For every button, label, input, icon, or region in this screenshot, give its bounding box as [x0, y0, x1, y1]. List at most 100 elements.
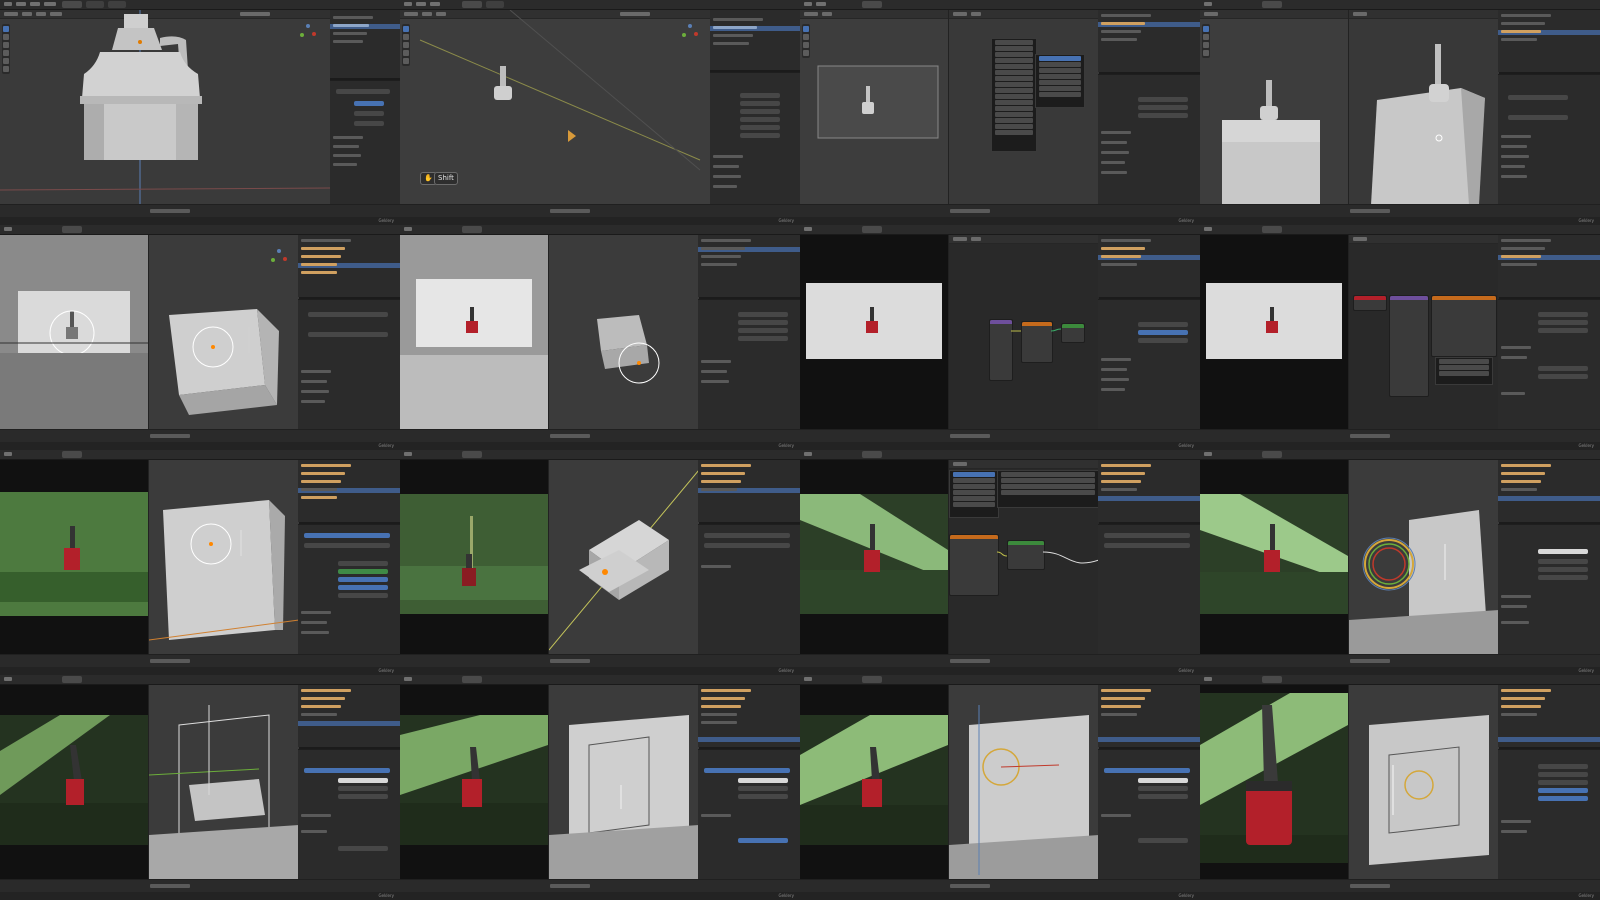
- render-viewport[interactable]: [400, 685, 548, 880]
- outliner-panel[interactable]: [298, 685, 400, 747]
- 3d-viewport[interactable]: [148, 235, 299, 430]
- outliner-panel[interactable]: [1098, 235, 1200, 297]
- camera-viewport[interactable]: [1200, 10, 1348, 205]
- outliner-panel[interactable]: [330, 10, 400, 78]
- outliner-panel[interactable]: [1498, 10, 1600, 72]
- outliner-panel[interactable]: [1498, 460, 1600, 522]
- top-menu-bar[interactable]: [800, 675, 1200, 685]
- 3d-viewport[interactable]: [1348, 10, 1499, 205]
- outliner-panel[interactable]: [710, 10, 800, 70]
- render-viewport[interactable]: [400, 235, 548, 430]
- timeline[interactable]: [400, 204, 800, 217]
- properties-panel[interactable]: [298, 749, 400, 881]
- outliner-panel[interactable]: [698, 235, 800, 297]
- render-viewport[interactable]: [800, 685, 948, 880]
- outliner-panel[interactable]: [1498, 235, 1600, 297]
- camera-viewport[interactable]: [800, 10, 948, 205]
- shader-node-editor[interactable]: [948, 235, 1099, 430]
- 3d-viewport[interactable]: [148, 460, 299, 655]
- timeline[interactable]: [0, 429, 400, 442]
- top-menu-bar[interactable]: [0, 0, 400, 10]
- timeline[interactable]: [800, 879, 1200, 892]
- timeline[interactable]: [0, 879, 400, 892]
- timeline[interactable]: [400, 879, 800, 892]
- top-menu-bar[interactable]: [400, 0, 800, 10]
- transform-gizmo-icon[interactable]: [1349, 460, 1499, 655]
- render-viewport[interactable]: [1200, 235, 1348, 430]
- transform-gizmo-icon[interactable]: [1349, 685, 1499, 880]
- timeline[interactable]: [800, 429, 1200, 442]
- timeline[interactable]: [400, 429, 800, 442]
- render-viewport[interactable]: [800, 235, 948, 430]
- mapping-node[interactable]: [1389, 295, 1429, 397]
- properties-panel[interactable]: [1498, 299, 1600, 431]
- top-menu-bar[interactable]: [0, 675, 400, 685]
- add-submenu[interactable]: [1035, 54, 1085, 108]
- render-viewport[interactable]: [0, 685, 148, 880]
- properties-panel[interactable]: [298, 299, 400, 431]
- timeline[interactable]: [1200, 879, 1600, 892]
- timeline[interactable]: [0, 654, 400, 667]
- properties-panel[interactable]: [1498, 749, 1600, 881]
- render-viewport[interactable]: [1200, 460, 1348, 655]
- top-menu-bar[interactable]: [800, 225, 1200, 235]
- add-menu[interactable]: [991, 38, 1037, 152]
- timeline[interactable]: [800, 654, 1200, 667]
- properties-panel[interactable]: [710, 72, 800, 206]
- top-menu-bar[interactable]: [400, 225, 800, 235]
- timeline[interactable]: [1200, 429, 1600, 442]
- 3d-viewport[interactable]: [0, 10, 330, 205]
- outliner-panel[interactable]: [298, 460, 400, 522]
- properties-panel[interactable]: [698, 749, 800, 881]
- properties-panel[interactable]: [1498, 74, 1600, 206]
- gizmo-icon[interactable]: [682, 24, 698, 40]
- timeline[interactable]: [0, 204, 400, 217]
- top-menu-bar[interactable]: [400, 675, 800, 685]
- transform-gizmo-icon[interactable]: [949, 685, 1099, 880]
- camera-viewport[interactable]: [0, 235, 148, 430]
- top-menu-bar[interactable]: [800, 0, 1200, 10]
- top-menu-bar[interactable]: [0, 450, 400, 460]
- properties-panel[interactable]: [298, 524, 400, 656]
- 3d-viewport[interactable]: [148, 685, 299, 880]
- top-menu-bar[interactable]: [1200, 450, 1600, 460]
- timeline[interactable]: [400, 654, 800, 667]
- top-menu-bar[interactable]: [1200, 675, 1600, 685]
- timeline[interactable]: [1200, 654, 1600, 667]
- properties-panel[interactable]: [1098, 74, 1200, 206]
- texture-coordinate-node[interactable]: [1353, 295, 1387, 311]
- 3d-viewport[interactable]: ✋ Shift: [400, 10, 710, 205]
- top-menu-bar[interactable]: [1200, 0, 1600, 10]
- 3d-viewport[interactable]: [1348, 685, 1499, 880]
- render-viewport[interactable]: [800, 460, 948, 655]
- top-menu-bar[interactable]: [1200, 225, 1600, 235]
- shader-node-editor[interactable]: [948, 460, 1099, 655]
- properties-panel[interactable]: [1098, 524, 1200, 656]
- 3d-viewport[interactable]: [548, 235, 699, 430]
- render-viewport[interactable]: [0, 460, 148, 655]
- outliner-panel[interactable]: [698, 685, 800, 747]
- 3d-viewport[interactable]: [948, 685, 1099, 880]
- outliner-panel[interactable]: [1098, 460, 1200, 522]
- properties-panel[interactable]: [1098, 749, 1200, 881]
- properties-panel[interactable]: [1498, 524, 1600, 656]
- timeline[interactable]: [1200, 204, 1600, 217]
- outliner-panel[interactable]: [698, 460, 800, 522]
- gizmo-icon[interactable]: [300, 24, 316, 40]
- outliner-panel[interactable]: [1498, 685, 1600, 747]
- render-viewport[interactable]: [400, 460, 548, 655]
- 3d-viewport[interactable]: [548, 685, 699, 880]
- 3d-viewport[interactable]: [548, 460, 699, 655]
- image-texture-node[interactable]: [1431, 295, 1497, 357]
- outliner-panel[interactable]: [1098, 10, 1200, 72]
- gizmo-icon[interactable]: [271, 249, 287, 265]
- top-menu-bar[interactable]: [0, 225, 400, 235]
- properties-panel[interactable]: [698, 524, 800, 656]
- shader-node-editor[interactable]: [1348, 235, 1499, 430]
- properties-panel[interactable]: [698, 299, 800, 431]
- properties-panel[interactable]: [1098, 299, 1200, 431]
- top-menu-bar[interactable]: [800, 450, 1200, 460]
- render-viewport[interactable]: [1200, 685, 1348, 880]
- 3d-viewport[interactable]: [1348, 460, 1499, 655]
- timeline[interactable]: [800, 204, 1200, 217]
